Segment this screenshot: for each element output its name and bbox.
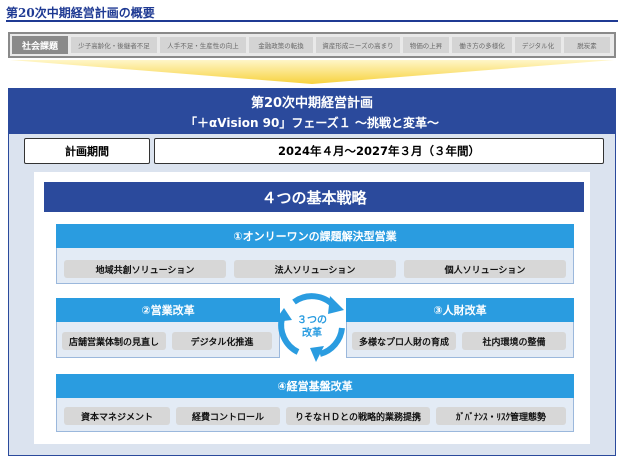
period-label: 計画期間 bbox=[24, 138, 150, 164]
social-issue-item: 少子高齢化・後継者不足 bbox=[71, 37, 157, 53]
strategy-4-item: 経費コントロール bbox=[176, 407, 280, 425]
strategy-4-item: りそなＨＤとの戦略的業務提携 bbox=[286, 407, 430, 425]
strategy-title: ４つの基本戦略 bbox=[44, 182, 584, 212]
social-issue-item: 働き方の多様化 bbox=[452, 37, 512, 53]
strategy-4-item: 資本マネジメント bbox=[64, 407, 170, 425]
strategy-2-title: ②営業改革 bbox=[56, 298, 280, 322]
social-issue-item: 資産形成ニーズの高まり bbox=[316, 37, 400, 53]
social-issue-item: 人手不足・生産性の向上 bbox=[160, 37, 246, 53]
social-issue-item: 物価の上昇 bbox=[403, 37, 449, 53]
social-issue-item: 脱炭素 bbox=[564, 37, 610, 53]
strategy-3-item: 多様なプロ人財の育成 bbox=[352, 332, 456, 350]
cycle-label: ３つの 改革 bbox=[290, 314, 334, 340]
strategy-1-item: 法人ソリューション bbox=[234, 260, 396, 278]
social-issue-item: 金融政策の転換 bbox=[249, 37, 313, 53]
strategy-2-item: デジタル化推進 bbox=[172, 332, 272, 350]
social-issues-label: 社会課題 bbox=[12, 36, 68, 54]
title-underline bbox=[6, 20, 618, 22]
plan-title: 第20次中期経営計画 bbox=[250, 96, 374, 111]
cycle-label-line-2: 改革 bbox=[302, 328, 322, 339]
strategy-4-item: ｶﾞﾊﾞﾅﾝｽ・ﾘｽｸ管理態勢 bbox=[436, 407, 566, 425]
strategy-1-item: 個人ソリューション bbox=[404, 260, 566, 278]
plan-subtitle: 「＋αVision 90」フェーズ１ 〜挑戦と変革〜 bbox=[185, 116, 439, 130]
strategy-1-title: ①オンリーワンの課題解決型営業 bbox=[56, 224, 574, 248]
social-issue-item: デジタル化 bbox=[515, 37, 561, 53]
strategy-2-item: 店舗営業体制の見直し bbox=[62, 332, 166, 350]
strategy-3-title: ③人財改革 bbox=[346, 298, 574, 322]
strategy-4-title: ④経営基盤改革 bbox=[56, 374, 574, 398]
funnel-arrow-icon bbox=[10, 60, 614, 84]
strategy-1-item: 地域共創ソリューション bbox=[64, 260, 226, 278]
strategy-3-item: 社内環境の整備 bbox=[462, 332, 566, 350]
plan-header: 第20次中期経営計画 「＋αVision 90」フェーズ１ 〜挑戦と変革〜 bbox=[8, 88, 616, 134]
period-value: 2024年４月〜2027年３月（３年間） bbox=[154, 138, 604, 164]
cycle-label-line-1: ３つの bbox=[297, 315, 327, 326]
page-title: 第20次中期経営計画の概要 bbox=[6, 6, 155, 20]
